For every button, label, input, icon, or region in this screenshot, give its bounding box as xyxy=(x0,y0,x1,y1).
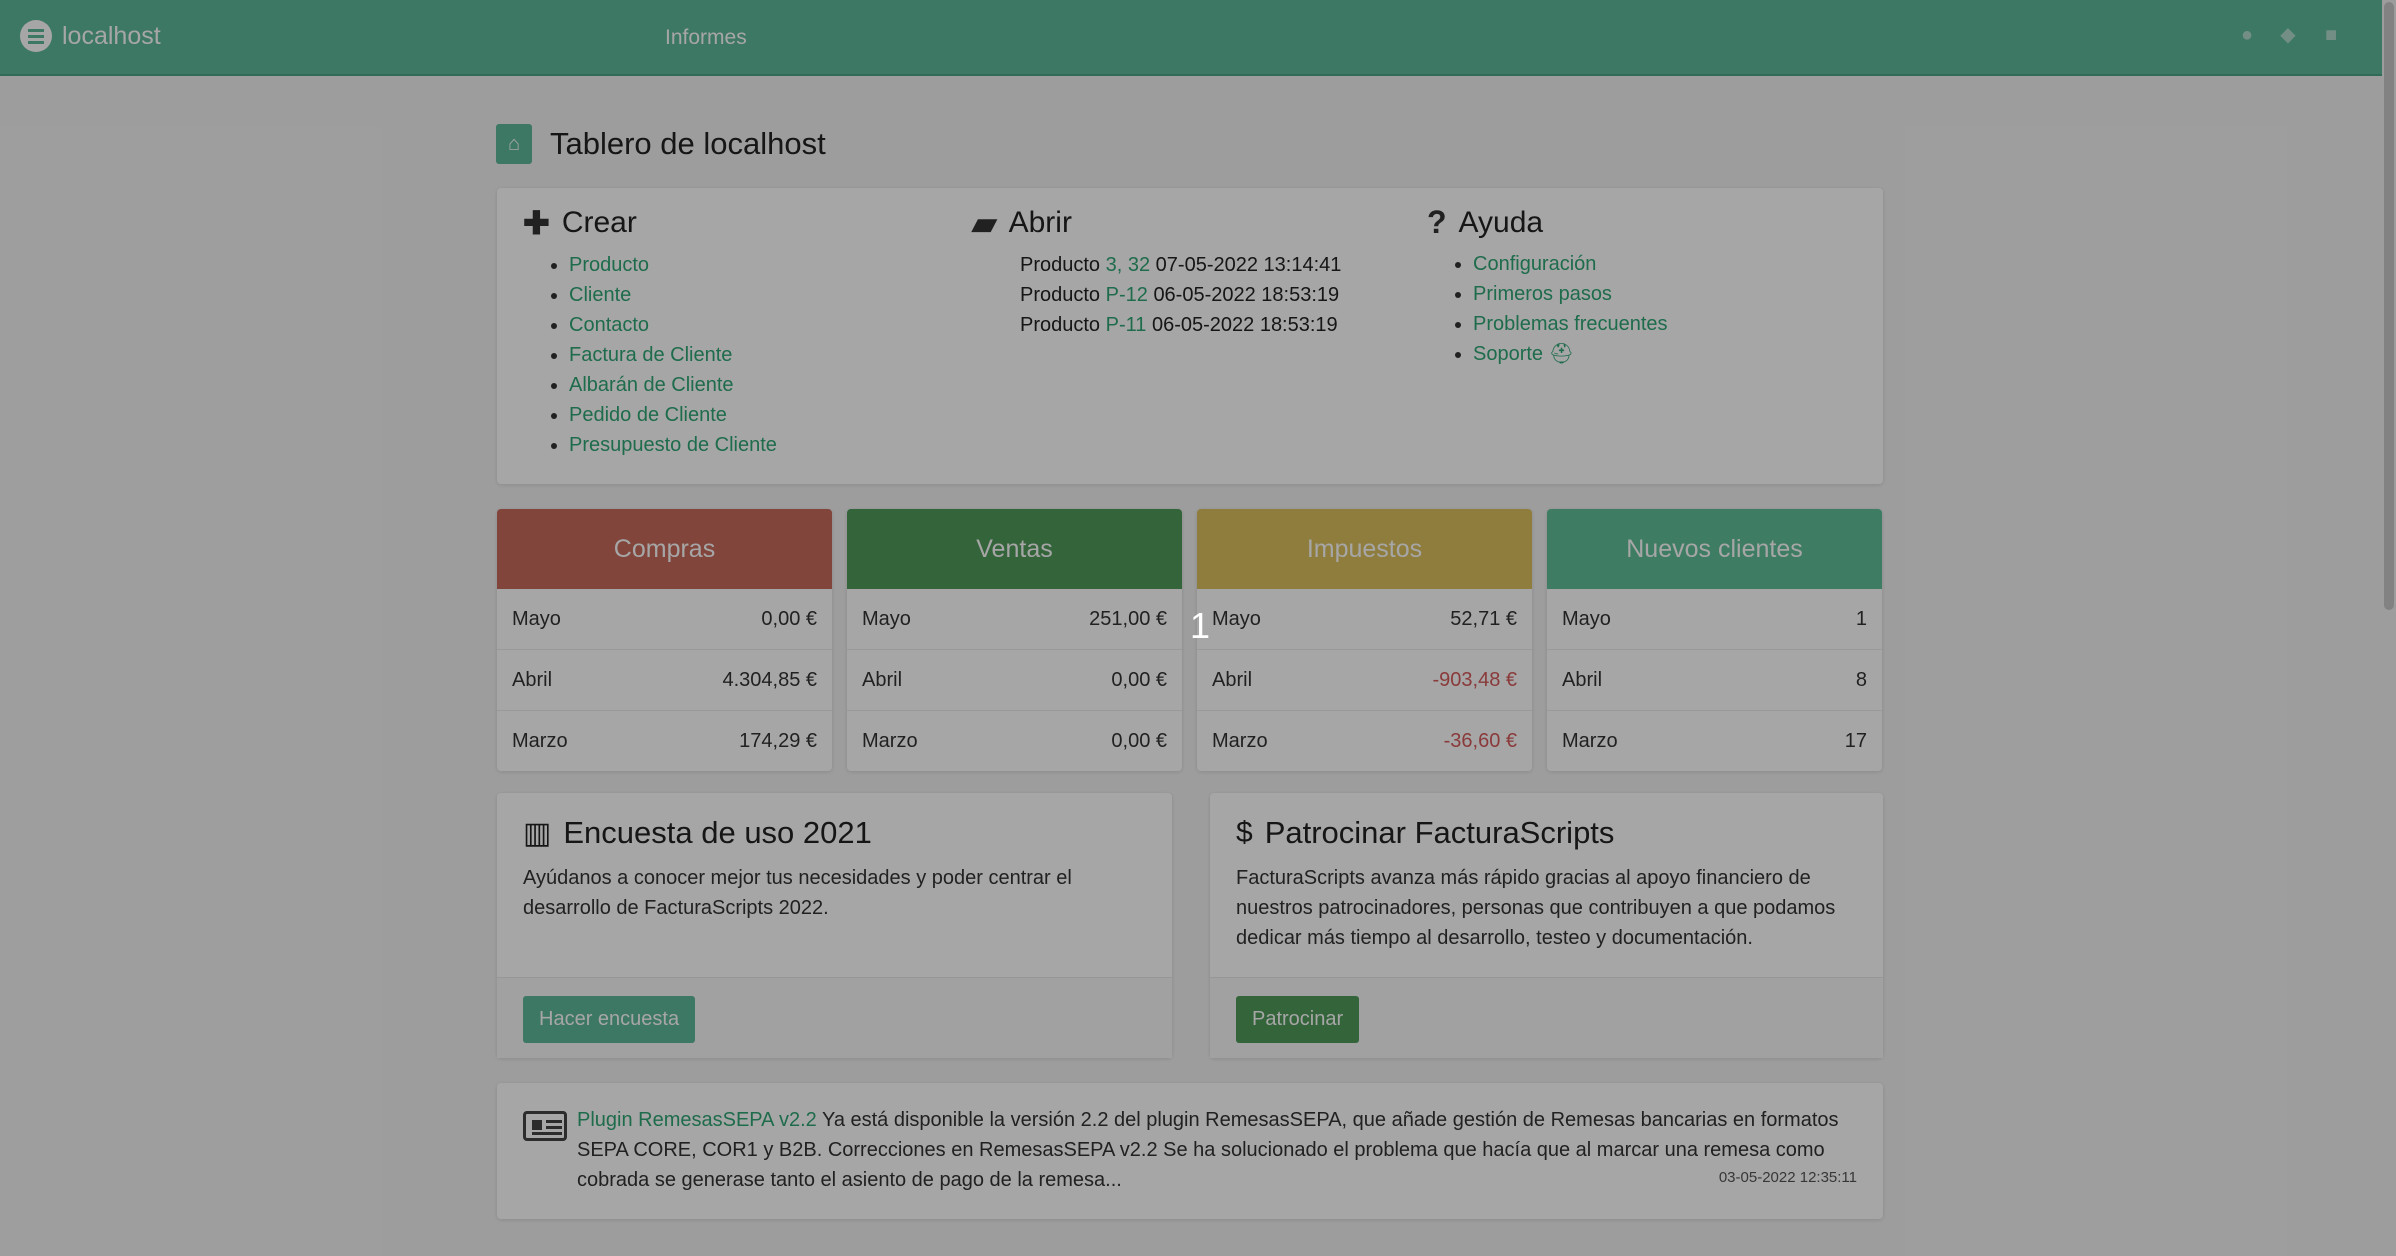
annotation-marker: 1 xyxy=(1190,605,1211,646)
